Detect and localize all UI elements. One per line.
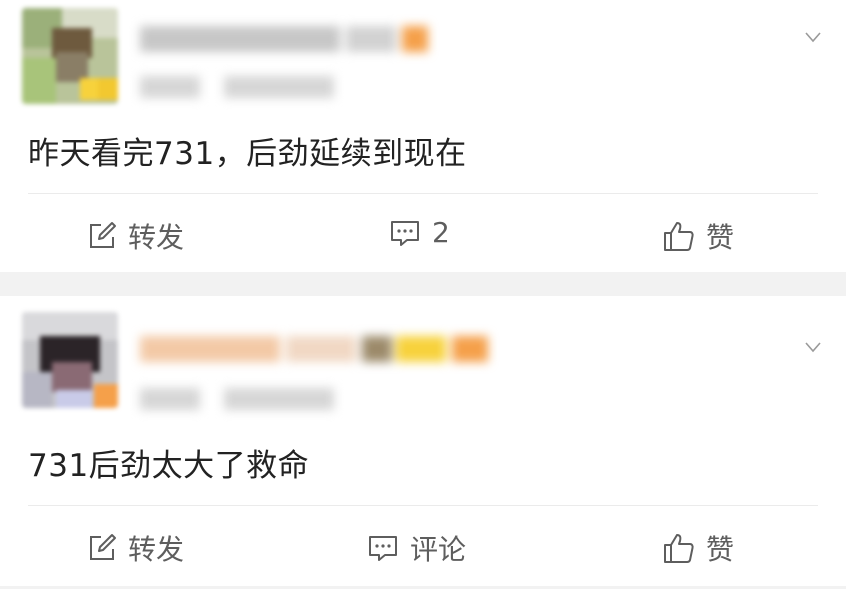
username-blurred[interactable] [140, 26, 430, 52]
like-button[interactable]: 赞 [662, 216, 734, 256]
like-label: 赞 [706, 221, 735, 254]
post-separator [0, 272, 846, 296]
chevron-down-icon[interactable] [804, 28, 822, 46]
post-time-blurred [140, 388, 340, 410]
user-avatar-blurred[interactable] [22, 312, 118, 408]
chevron-down-icon[interactable] [804, 338, 822, 356]
like-label: 赞 [706, 533, 735, 566]
thumbs-up-icon [664, 534, 694, 563]
comment-label: 评论 [410, 533, 467, 566]
comment-icon [369, 536, 397, 561]
repost-label: 转发 [128, 533, 185, 566]
repost-button[interactable]: 转发 [86, 216, 184, 256]
edit-square-icon [90, 222, 116, 248]
post-card: 731后劲太大了救命 转发 评论 赞 [0, 296, 846, 589]
thumbs-up-icon [664, 222, 694, 251]
post-card: 昨天看完731，后劲延续到现在 转发 2 赞 [0, 0, 846, 272]
like-button[interactable]: 赞 [662, 528, 734, 568]
post-time-blurred [140, 76, 340, 98]
divider [28, 505, 818, 506]
user-avatar-blurred[interactable] [22, 8, 118, 104]
repost-button[interactable]: 转发 [86, 528, 184, 568]
post-content: 昨天看完731，后劲延续到现在 [28, 136, 467, 172]
comment-button[interactable]: 评论 [366, 528, 466, 568]
divider [28, 193, 818, 194]
comment-count: 2 [432, 216, 450, 249]
post-content: 731后劲太大了救命 [28, 448, 310, 484]
comment-button[interactable]: 2 [388, 216, 450, 249]
repost-label: 转发 [128, 221, 185, 254]
comment-icon [391, 220, 419, 246]
username-blurred[interactable] [140, 336, 490, 362]
edit-square-icon [90, 534, 116, 560]
